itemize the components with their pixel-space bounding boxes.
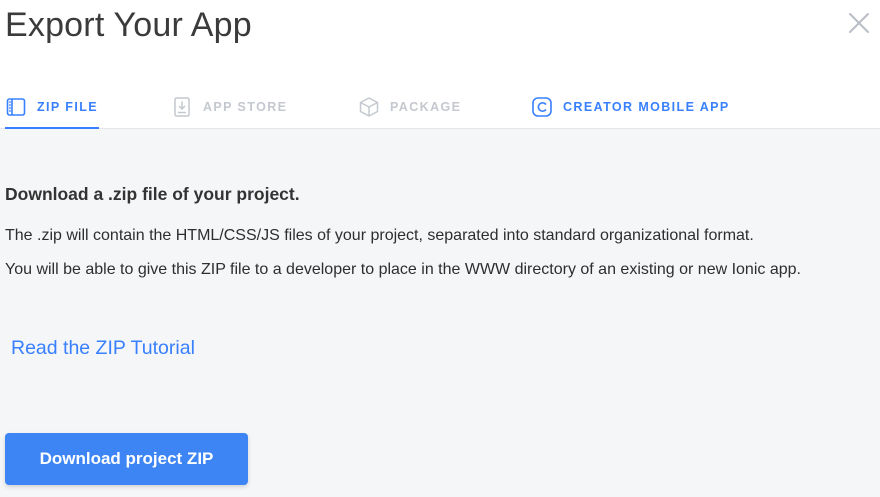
dialog-title: Export Your App [5,6,252,44]
description-paragraph: The .zip will contain the HTML/CSS/JS fi… [5,227,754,244]
cube-icon [359,96,379,117]
export-tabs: ZIP FILE APP STORE PACKAGE CREATOR MOBIL… [0,84,880,129]
tab-content: Download a .zip file of your project. Th… [0,129,880,497]
tab-zip-file[interactable]: ZIP FILE [5,84,98,129]
creator-logo-icon [532,96,552,117]
instruction-paragraph: You will be able to give this ZIP file t… [5,261,801,278]
download-zip-button[interactable]: Download project ZIP [5,433,248,485]
tab-package[interactable]: PACKAGE [358,84,461,129]
tab-creator-mobile-app[interactable]: CREATOR MOBILE APP [531,84,730,129]
tab-app-store[interactable]: APP STORE [171,84,287,129]
book-icon [6,97,26,116]
dialog-header: Export Your App [0,0,880,84]
content-heading: Download a .zip file of your project. [5,184,300,204]
zip-tutorial-link[interactable]: Read the ZIP Tutorial [11,337,195,360]
close-icon[interactable] [846,10,872,36]
tab-label: CREATOR MOBILE APP [563,99,730,114]
tab-label: PACKAGE [390,99,462,114]
export-dialog: Export Your App ZIP FILE APP STORE PACKA… [0,0,880,497]
download-device-icon [174,96,190,117]
tab-label: ZIP FILE [37,99,98,114]
tab-label: APP STORE [203,99,288,114]
